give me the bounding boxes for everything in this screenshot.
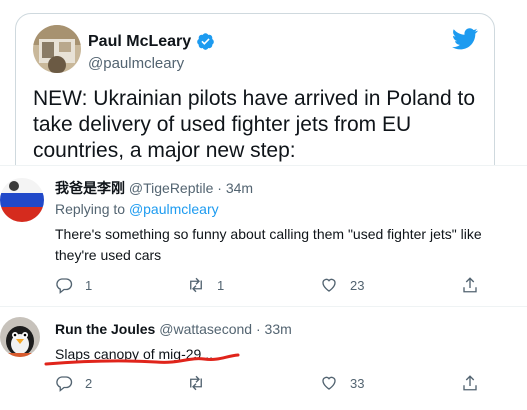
reply-icon [56, 376, 73, 392]
share-icon [463, 375, 477, 391]
reply-count: 2 [85, 375, 93, 391]
replying-prefix: Replying to [55, 201, 129, 217]
timestamp[interactable]: 33m [265, 321, 292, 337]
replying-to: Replying to @paulmcleary [55, 201, 219, 217]
reply-icon [56, 278, 73, 294]
retweet-button[interactable] [187, 374, 217, 392]
reply-tweet[interactable]: Run the Joules @wattasecond · 33m Slaps … [0, 306, 527, 410]
reply-count: 1 [85, 277, 93, 293]
like-count: 23 [350, 277, 365, 293]
avatar[interactable] [0, 178, 44, 222]
like-icon [322, 278, 336, 292]
tweet-text: There's something so funny about calling… [55, 226, 482, 263]
retweet-icon [190, 375, 202, 391]
reply-button[interactable]: 2 [55, 374, 92, 392]
like-button[interactable]: 33 [320, 374, 364, 392]
author-name[interactable]: 我爸是李刚 [55, 180, 125, 196]
author-name[interactable]: Paul McLeary [88, 33, 191, 51]
tweet-text: NEW: Ukrainian pilots have arrived in Po… [33, 87, 475, 162]
verified-icon [196, 32, 215, 51]
reply-button[interactable]: 1 [55, 276, 92, 294]
like-button[interactable]: 23 [320, 276, 364, 294]
author-handle[interactable]: @TigeReptile [129, 180, 214, 196]
avatar[interactable] [0, 317, 40, 357]
retweet-button[interactable]: 1 [187, 276, 224, 294]
author-handle[interactable]: @paulmcleary [88, 55, 184, 72]
separator: · [255, 321, 261, 337]
mention-link[interactable]: @paulmcleary [129, 201, 219, 217]
tweet-text: Slaps canopy of mig-29... [55, 346, 213, 362]
avatar[interactable] [33, 25, 81, 73]
twitter-bird-icon[interactable] [452, 28, 478, 50]
quoted-tweet-card[interactable]: Paul McLeary @paulmcleary NEW: Ukrainian… [15, 13, 495, 190]
share-button[interactable] [461, 276, 479, 294]
retweet-count: 1 [217, 277, 225, 293]
like-icon [322, 376, 336, 390]
separator: · [217, 180, 222, 196]
reply-tweet[interactable]: 我爸是李刚 @TigeReptile · 34m Replying to @pa… [0, 165, 527, 306]
action-bar: 1 1 23 [55, 276, 527, 296]
author-name[interactable]: Run the Joules [55, 321, 155, 337]
retweet-icon [190, 277, 202, 293]
share-icon [463, 277, 477, 293]
reply-header: Run the Joules @wattasecond · 33m [55, 321, 292, 337]
share-button[interactable] [461, 374, 479, 392]
action-bar: 2 33 [55, 374, 527, 394]
like-count: 33 [350, 375, 365, 391]
author-handle[interactable]: @wattasecond [159, 321, 252, 337]
reply-header: 我爸是李刚 @TigeReptile · 34m [55, 178, 253, 198]
timestamp[interactable]: 34m [226, 180, 253, 196]
